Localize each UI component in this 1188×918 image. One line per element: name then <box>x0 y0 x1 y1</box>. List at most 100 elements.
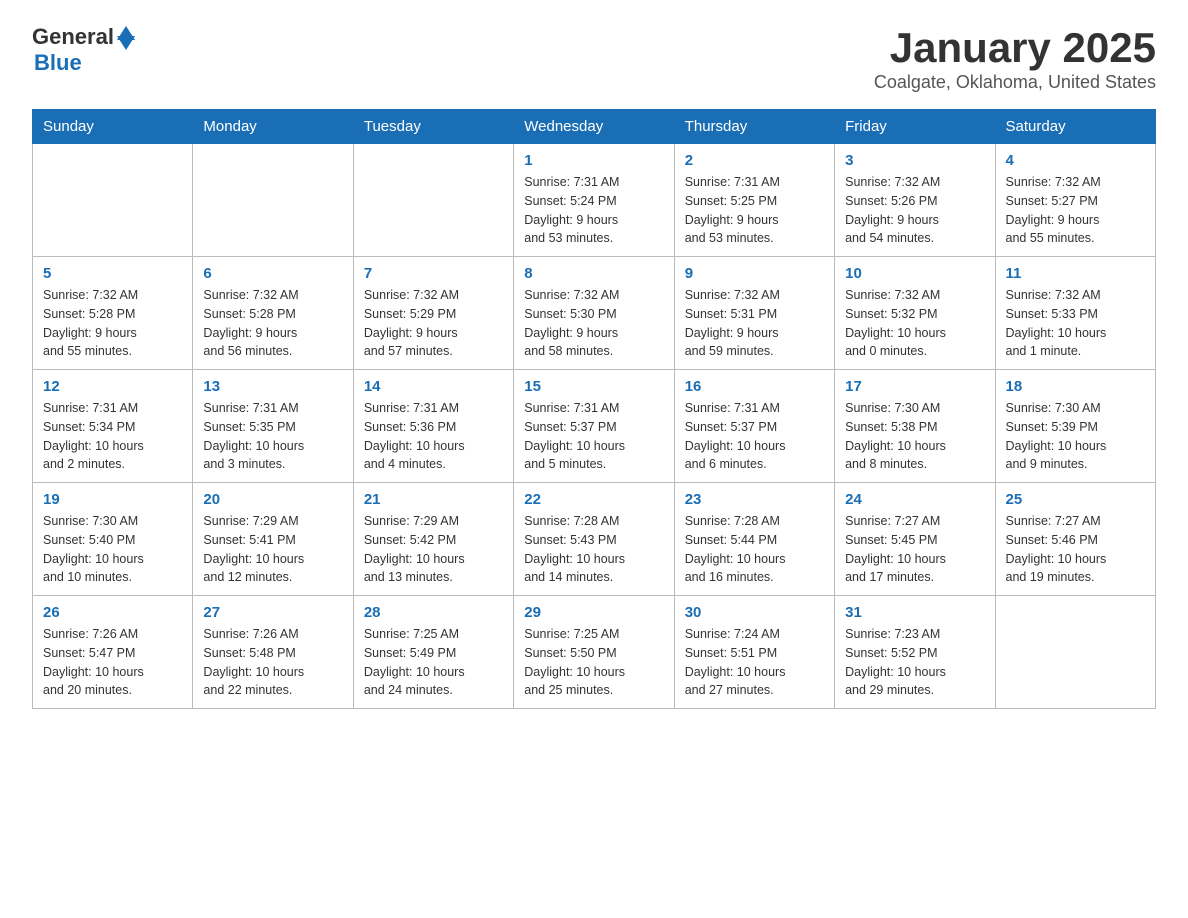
day-number: 22 <box>524 491 663 508</box>
day-number: 20 <box>203 491 342 508</box>
calendar-day-19: 19 Sunrise: 7:30 AMSunset: 5:40 PMDayligh… <box>33 483 193 596</box>
logo-text-general: General <box>32 24 114 50</box>
day-number: 31 <box>845 604 984 621</box>
calendar-week-row: 1 Sunrise: 7:31 AMSunset: 5:24 PMDaylight… <box>33 144 1156 257</box>
weekday-header-wednesday: Wednesday <box>514 110 674 144</box>
day-info: Sunrise: 7:30 AMSunset: 5:38 PMDaylight:… <box>845 399 984 474</box>
calendar-day-5: 5 Sunrise: 7:32 AMSunset: 5:28 PMDaylight… <box>33 257 193 370</box>
day-number: 9 <box>685 265 824 282</box>
month-title: January 2025 <box>874 24 1156 72</box>
day-number: 17 <box>845 378 984 395</box>
weekday-header-saturday: Saturday <box>995 110 1155 144</box>
weekday-header-sunday: Sunday <box>33 110 193 144</box>
day-info: Sunrise: 7:28 AMSunset: 5:43 PMDaylight:… <box>524 512 663 587</box>
day-number: 30 <box>685 604 824 621</box>
day-info: Sunrise: 7:31 AMSunset: 5:34 PMDaylight:… <box>43 399 182 474</box>
calendar-day-12: 12Sunrise: 7:31 AMSunset: 5:34 PMDayligh… <box>33 370 193 483</box>
page-header: General Blue January 2025 Coalgate, Okla… <box>32 24 1156 93</box>
day-info: Sunrise: 7:24 AMSunset: 5:51 PMDaylight:… <box>685 625 824 700</box>
calendar-day-17: 17 Sunrise: 7:30 AMSunset: 5:38 PMDayligh… <box>835 370 995 483</box>
calendar-day-27: 27 Sunrise: 7:26 AMSunset: 5:48 PMDayligh… <box>193 596 353 709</box>
day-number: 19 <box>43 491 182 508</box>
calendar-day-13: 13Sunrise: 7:31 AMSunset: 5:35 PMDayligh… <box>193 370 353 483</box>
weekday-header-tuesday: Tuesday <box>353 110 513 144</box>
calendar-empty-cell <box>193 144 353 257</box>
calendar-day-8: 8 Sunrise: 7:32 AMSunset: 5:30 PMDaylight… <box>514 257 674 370</box>
day-number: 13 <box>203 378 342 395</box>
day-number: 11 <box>1006 265 1145 282</box>
day-info: Sunrise: 7:32 AMSunset: 5:29 PMDaylight:… <box>364 286 503 361</box>
day-number: 27 <box>203 604 342 621</box>
title-section: January 2025 Coalgate, Oklahoma, United … <box>874 24 1156 93</box>
weekday-header-thursday: Thursday <box>674 110 834 144</box>
calendar-day-4: 4Sunrise: 7:32 AMSunset: 5:27 PMDaylight… <box>995 144 1155 257</box>
day-info: Sunrise: 7:27 AMSunset: 5:45 PMDaylight:… <box>845 512 984 587</box>
calendar-day-18: 18 Sunrise: 7:30 AMSunset: 5:39 PMDayligh… <box>995 370 1155 483</box>
day-info: Sunrise: 7:32 AMSunset: 5:28 PMDaylight:… <box>43 286 182 361</box>
calendar-day-10: 10Sunrise: 7:32 AMSunset: 5:32 PMDayligh… <box>835 257 995 370</box>
calendar-day-21: 21Sunrise: 7:29 AMSunset: 5:42 PMDayligh… <box>353 483 513 596</box>
day-info: Sunrise: 7:30 AMSunset: 5:40 PMDaylight:… <box>43 512 182 587</box>
calendar-day-6: 6 Sunrise: 7:32 AMSunset: 5:28 PMDaylight… <box>193 257 353 370</box>
day-info: Sunrise: 7:29 AMSunset: 5:42 PMDaylight:… <box>364 512 503 587</box>
day-number: 1 <box>524 152 663 169</box>
day-number: 6 <box>203 265 342 282</box>
day-number: 25 <box>1006 491 1145 508</box>
day-number: 23 <box>685 491 824 508</box>
day-number: 15 <box>524 378 663 395</box>
day-number: 14 <box>364 378 503 395</box>
day-info: Sunrise: 7:23 AMSunset: 5:52 PMDaylight:… <box>845 625 984 700</box>
calendar-empty-cell <box>995 596 1155 709</box>
day-info: Sunrise: 7:32 AMSunset: 5:31 PMDaylight:… <box>685 286 824 361</box>
calendar-day-30: 30 Sunrise: 7:24 AMSunset: 5:51 PMDayligh… <box>674 596 834 709</box>
day-info: Sunrise: 7:32 AMSunset: 5:30 PMDaylight:… <box>524 286 663 361</box>
day-number: 8 <box>524 265 663 282</box>
calendar-empty-cell <box>33 144 193 257</box>
calendar-day-28: 28Sunrise: 7:25 AMSunset: 5:49 PMDayligh… <box>353 596 513 709</box>
calendar-day-24: 24Sunrise: 7:27 AMSunset: 5:45 PMDayligh… <box>835 483 995 596</box>
day-number: 28 <box>364 604 503 621</box>
calendar-day-22: 22 Sunrise: 7:28 AMSunset: 5:43 PMDayligh… <box>514 483 674 596</box>
day-info: Sunrise: 7:26 AMSunset: 5:47 PMDaylight:… <box>43 625 182 700</box>
logo-text-blue: Blue <box>34 50 82 76</box>
day-info: Sunrise: 7:32 AMSunset: 5:26 PMDaylight:… <box>845 173 984 248</box>
calendar-day-26: 26 Sunrise: 7:26 AMSunset: 5:47 PMDayligh… <box>33 596 193 709</box>
day-info: Sunrise: 7:30 AMSunset: 5:39 PMDaylight:… <box>1006 399 1145 474</box>
calendar-day-2: 2Sunrise: 7:31 AMSunset: 5:25 PMDaylight… <box>674 144 834 257</box>
day-info: Sunrise: 7:31 AMSunset: 5:37 PMDaylight:… <box>685 399 824 474</box>
day-info: Sunrise: 7:31 AMSunset: 5:24 PMDaylight:… <box>524 173 663 248</box>
calendar-table: SundayMondayTuesdayWednesdayThursdayFrid… <box>32 109 1156 709</box>
calendar-day-11: 11 Sunrise: 7:32 AMSunset: 5:33 PMDayligh… <box>995 257 1155 370</box>
day-number: 4 <box>1006 152 1145 169</box>
day-info: Sunrise: 7:28 AMSunset: 5:44 PMDaylight:… <box>685 512 824 587</box>
day-number: 7 <box>364 265 503 282</box>
calendar-day-15: 15 Sunrise: 7:31 AMSunset: 5:37 PMDayligh… <box>514 370 674 483</box>
calendar-week-row: 19 Sunrise: 7:30 AMSunset: 5:40 PMDayligh… <box>33 483 1156 596</box>
day-number: 5 <box>43 265 182 282</box>
day-number: 18 <box>1006 378 1145 395</box>
day-info: Sunrise: 7:32 AMSunset: 5:28 PMDaylight:… <box>203 286 342 361</box>
calendar-day-3: 3 Sunrise: 7:32 AMSunset: 5:26 PMDaylight… <box>835 144 995 257</box>
calendar-day-1: 1 Sunrise: 7:31 AMSunset: 5:24 PMDaylight… <box>514 144 674 257</box>
calendar-week-row: 12Sunrise: 7:31 AMSunset: 5:34 PMDayligh… <box>33 370 1156 483</box>
day-info: Sunrise: 7:31 AMSunset: 5:36 PMDaylight:… <box>364 399 503 474</box>
calendar-day-29: 29Sunrise: 7:25 AMSunset: 5:50 PMDayligh… <box>514 596 674 709</box>
calendar-week-row: 5 Sunrise: 7:32 AMSunset: 5:28 PMDaylight… <box>33 257 1156 370</box>
day-info: Sunrise: 7:32 AMSunset: 5:33 PMDaylight:… <box>1006 286 1145 361</box>
day-number: 26 <box>43 604 182 621</box>
day-info: Sunrise: 7:32 AMSunset: 5:32 PMDaylight:… <box>845 286 984 361</box>
calendar-day-25: 25Sunrise: 7:27 AMSunset: 5:46 PMDayligh… <box>995 483 1155 596</box>
day-info: Sunrise: 7:31 AMSunset: 5:25 PMDaylight:… <box>685 173 824 248</box>
day-number: 3 <box>845 152 984 169</box>
day-info: Sunrise: 7:29 AMSunset: 5:41 PMDaylight:… <box>203 512 342 587</box>
logo: General Blue <box>32 24 135 76</box>
location: Coalgate, Oklahoma, United States <box>874 72 1156 93</box>
weekday-header-friday: Friday <box>835 110 995 144</box>
day-info: Sunrise: 7:31 AMSunset: 5:37 PMDaylight:… <box>524 399 663 474</box>
day-number: 16 <box>685 378 824 395</box>
calendar-day-14: 14 Sunrise: 7:31 AMSunset: 5:36 PMDayligh… <box>353 370 513 483</box>
day-info: Sunrise: 7:26 AMSunset: 5:48 PMDaylight:… <box>203 625 342 700</box>
weekday-header-monday: Monday <box>193 110 353 144</box>
day-info: Sunrise: 7:25 AMSunset: 5:50 PMDaylight:… <box>524 625 663 700</box>
calendar-week-row: 26 Sunrise: 7:26 AMSunset: 5:47 PMDayligh… <box>33 596 1156 709</box>
